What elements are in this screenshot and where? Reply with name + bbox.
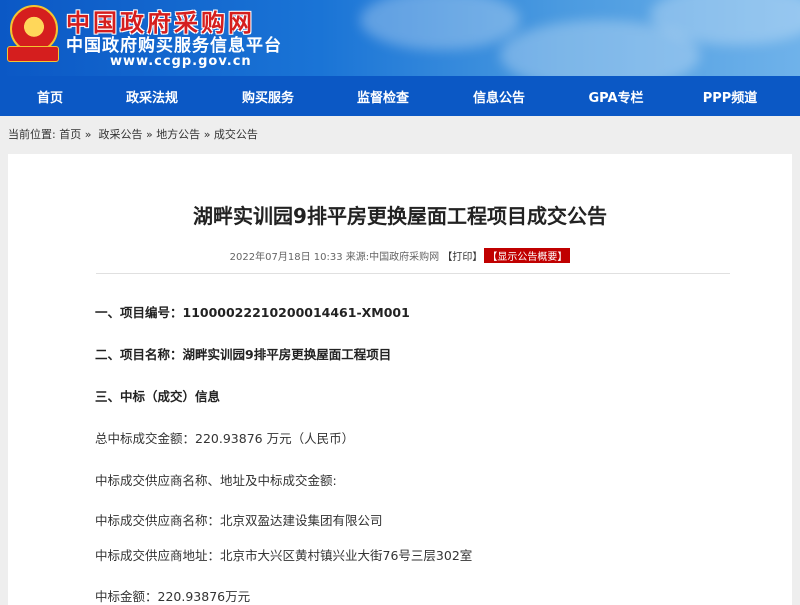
divider — [96, 273, 730, 274]
breadcrumb-separator: » — [145, 128, 153, 141]
nav-item-ppp[interactable]: PPP频道 — [668, 87, 792, 106]
nav-item-gpa[interactable]: GPA专栏 — [564, 87, 668, 106]
supplier-info-heading: 中标成交供应商名称、地址及中标成交金额: — [95, 473, 337, 488]
main-nav: 首页 政采法规 购买服务 监督检查 信息公告 GPA专栏 PPP频道 — [0, 76, 800, 116]
project-number: 一、项目编号：11000022210200014461-XM001 — [95, 305, 410, 320]
breadcrumb-separator: » — [84, 128, 92, 141]
source-label: 来源: — [345, 252, 370, 263]
national-emblem-base — [7, 46, 59, 62]
award-amount: 中标金额：220.93876万元 — [95, 589, 251, 604]
breadcrumb-home[interactable]: 首页 — [59, 128, 81, 141]
article-panel: 湖畔实训园9排平房更换屋面工程项目成交公告 2022年07月18日 10:33 … — [8, 154, 792, 605]
breadcrumb: 当前位置: 首页 » 政采公告 » 地方公告 » 成交公告 — [0, 116, 800, 154]
total-award-amount: 总中标成交金额：220.93876 万元（人民币） — [95, 431, 355, 446]
supplier-address: 中标成交供应商地址：北京市大兴区黄村镇兴业大街76号三层302室 — [95, 548, 473, 563]
supplier-name: 中标成交供应商名称：北京双盈达建设集团有限公司 — [95, 513, 383, 528]
site-subtitle: 中国政府购买服务信息平台 — [66, 36, 282, 56]
source-name: 中国政府采购网 — [369, 252, 440, 263]
breadcrumb-deal[interactable]: 成交公告 — [214, 128, 258, 141]
nav-item-home[interactable]: 首页 — [0, 87, 100, 106]
project-name: 二、项目名称：湖畔实训园9排平房更换屋面工程项目 — [95, 347, 392, 362]
article-meta: 2022年07月18日 10:33 来源:中国政府采购网 【打印】 【显示公告概要… — [8, 248, 792, 263]
show-summary-button[interactable]: 【显示公告概要】 — [484, 248, 571, 263]
print-link[interactable]: 【打印】 — [442, 252, 482, 263]
publish-date: 2022年07月18日 10:33 — [229, 252, 343, 263]
nav-item-supervision[interactable]: 监督检查 — [332, 87, 434, 106]
nav-item-regulations[interactable]: 政采法规 — [100, 87, 204, 106]
award-info-heading: 三、中标（成交）信息 — [95, 389, 221, 404]
breadcrumb-separator: » — [203, 128, 211, 141]
breadcrumb-prefix: 当前位置: — [8, 128, 56, 141]
site-banner: 中国政府采购网 中国政府购买服务信息平台 www.ccgp.gov.cn — [0, 0, 800, 76]
site-url: www.ccgp.gov.cn — [110, 54, 252, 69]
breadcrumb-procurement[interactable]: 政采公告 — [98, 128, 142, 141]
article-title: 湖畔实训园9排平房更换屋面工程项目成交公告 — [193, 204, 607, 228]
nav-item-announcements[interactable]: 信息公告 — [434, 87, 564, 106]
nav-item-services[interactable]: 购买服务 — [204, 87, 332, 106]
cloud-decoration — [360, 0, 520, 50]
breadcrumb-local[interactable]: 地方公告 — [156, 128, 200, 141]
